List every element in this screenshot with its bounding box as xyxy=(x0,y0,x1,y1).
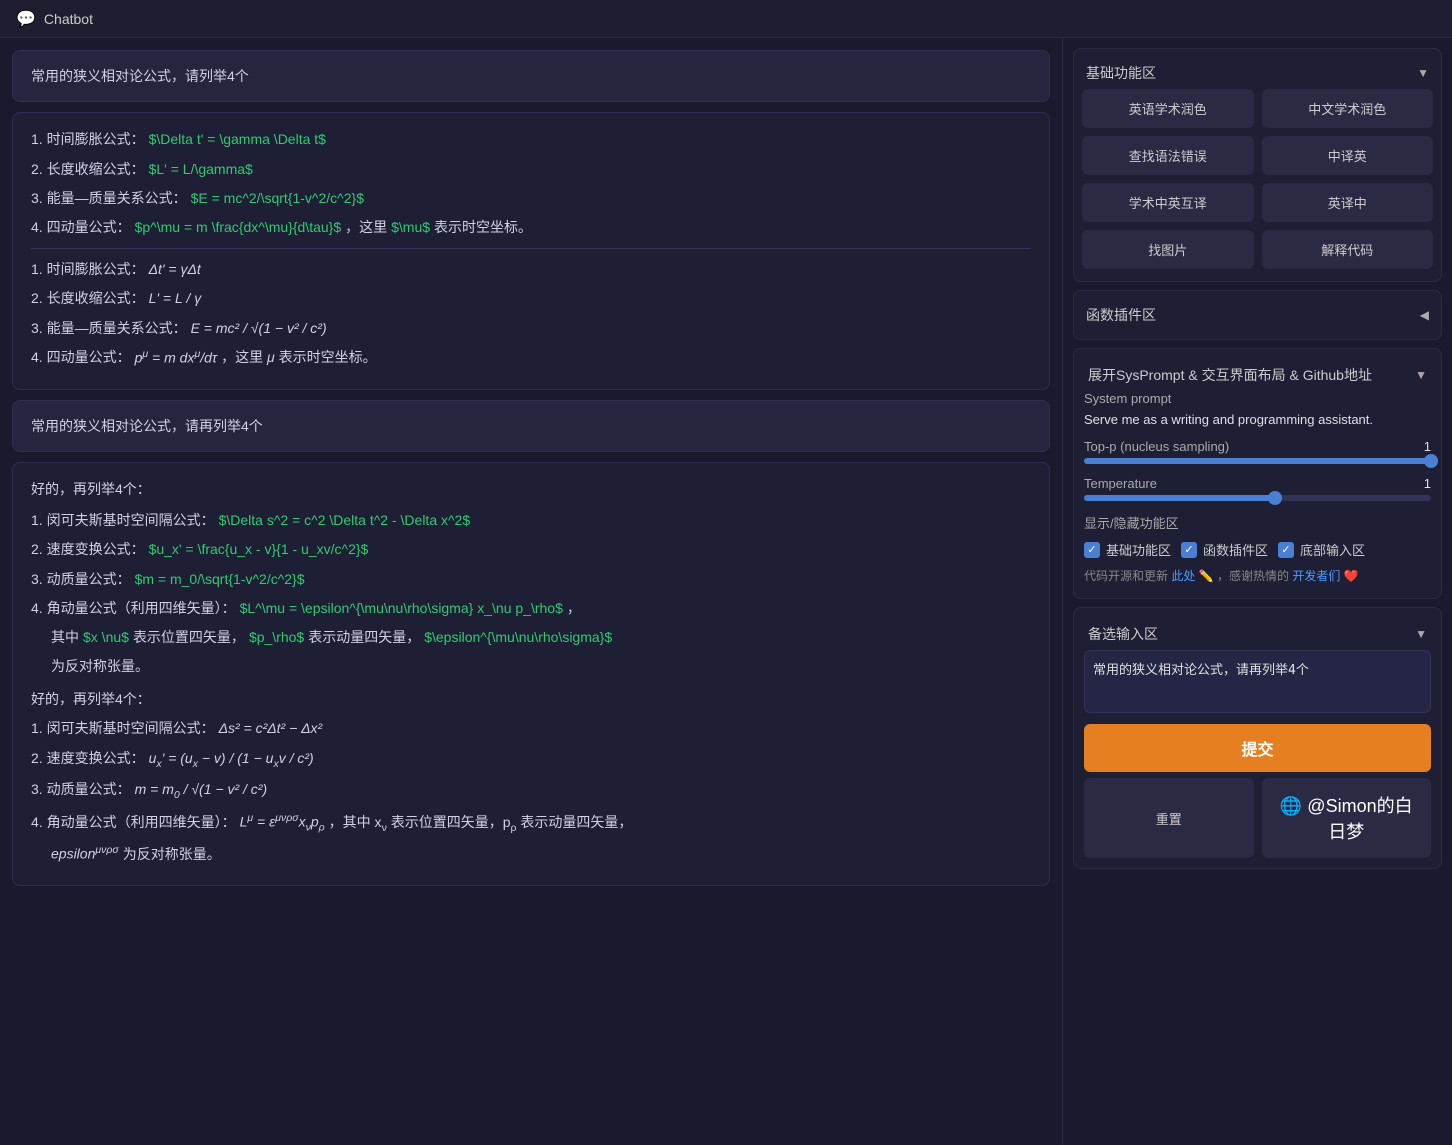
formula-8-latex-cont: 其中 $x \nu$ 表示位置四矢量， $p_\rho$ 表示动量四矢量， $\… xyxy=(51,625,1031,650)
formula-8-latex: 4. 角动量公式（利用四维矢量）： $L^\mu = \epsilon^{\mu… xyxy=(31,596,1031,621)
temperature-label: Temperature xyxy=(1084,476,1157,491)
checkbox-input-label: 底部输入区 xyxy=(1300,540,1365,559)
main-layout: 常用的狭义相对论公式，请列举4个 1. 时间膨胀公式： $\Delta t' =… xyxy=(0,38,1452,1145)
formula-1-latex: 1. 时间膨胀公式： $\Delta t' = \gamma \Delta t$ xyxy=(31,127,1031,152)
temperature-fill xyxy=(1084,495,1275,501)
visibility-section: 显示/隐藏功能区 ✓ 基础功能区 ✓ 函数插件区 ✓ 底部输入区 xyxy=(1084,513,1431,559)
footer-text-1: 代码开源和更新 xyxy=(1084,569,1168,583)
response-intro: 好的，再列举4个： xyxy=(31,477,1031,502)
checkbox-plugin-box: ✓ xyxy=(1181,542,1197,558)
btn-explain-code[interactable]: 解释代码 xyxy=(1262,230,1434,269)
basic-functions-chevron: ▼ xyxy=(1417,66,1429,80)
sysprompt-label: System prompt xyxy=(1084,391,1431,406)
sysprompt-header[interactable]: 展开SysPrompt & 交互界面布局 & Github地址 ▼ xyxy=(1084,359,1431,391)
checkbox-plugin[interactable]: ✓ 函数插件区 xyxy=(1181,540,1268,559)
alt-input-chevron: ▼ xyxy=(1415,627,1427,641)
formula-4-latex: 4. 四动量公式： $p^\mu = m \frac{dx^\mu}{d\tau… xyxy=(31,215,1031,240)
plugin-section-label: 函数插件区 xyxy=(1086,305,1156,325)
basic-functions-section: 基础功能区 ▼ 英语学术润色 中文学术润色 查找语法错误 中译英 学术中英互译 … xyxy=(1073,48,1442,282)
right-panel: 基础功能区 ▼ 英语学术润色 中文学术润色 查找语法错误 中译英 学术中英互译 … xyxy=(1062,38,1452,1145)
assistant-message-2: 好的，再列举4个： 1. 闵可夫斯基时空间隔公式： $\Delta s^2 = … xyxy=(12,462,1050,886)
footer-links: 代码开源和更新 此处 ✏️ ，感谢热情的 开发者们 ❤️ xyxy=(1084,563,1431,588)
top-p-track[interactable] xyxy=(1084,458,1431,464)
chat-panel: 常用的狭义相对论公式，请列举4个 1. 时间膨胀公式： $\Delta t' =… xyxy=(0,38,1062,1145)
plugin-chevron: ◀ xyxy=(1420,308,1429,322)
user-message-1-text: 常用的狭义相对论公式，请列举4个 xyxy=(31,68,249,84)
clear-button[interactable]: 🌐 @Simon的白日梦 xyxy=(1262,778,1432,858)
watermark: 🌐 @Simon的白日梦 xyxy=(1272,788,1422,848)
top-p-thumb xyxy=(1424,454,1438,468)
formula-8-latex-cont2: 为反对称张量。 xyxy=(51,654,1031,679)
formula-3-latex: 3. 能量—质量关系公式： $E = mc^2/\sqrt{1-v^2/c^2}… xyxy=(31,186,1031,211)
basic-functions-header[interactable]: 基础功能区 ▼ xyxy=(1082,57,1433,89)
plugin-section: 函数插件区 ◀ xyxy=(1073,290,1442,340)
formula-2-latex: 2. 长度收缩公式： $L' = L/\gamma$ xyxy=(31,157,1031,182)
basic-functions-grid: 英语学术润色 中文学术润色 查找语法错误 中译英 学术中英互译 英译中 找图片 … xyxy=(1082,89,1433,269)
btn-zh-polish[interactable]: 中文学术润色 xyxy=(1262,89,1434,128)
formula-3-rendered: 3. 能量—质量关系公式： E = mc² / √(1 − v² / c²) xyxy=(31,316,1031,341)
bottom-buttons: 重置 🌐 @Simon的白日梦 xyxy=(1084,778,1431,858)
alt-input-header[interactable]: 备选输入区 ▼ xyxy=(1084,618,1431,650)
temperature-track[interactable] xyxy=(1084,495,1431,501)
formula-8-rendered-cont: epsilonμνρσ 为反对称张量。 xyxy=(51,841,1031,867)
basic-functions-label: 基础功能区 xyxy=(1086,63,1156,83)
alt-input-section: 备选输入区 ▼ 常用的狭义相对论公式，请再列举4个 提交 重置 🌐 @Simon… xyxy=(1073,607,1442,869)
top-p-label: Top-p (nucleus sampling) xyxy=(1084,439,1229,454)
checkbox-grid: ✓ 基础功能区 ✓ 函数插件区 ✓ 底部输入区 xyxy=(1084,540,1431,559)
sysprompt-chevron: ▼ xyxy=(1415,368,1427,382)
checkbox-basic[interactable]: ✓ 基础功能区 xyxy=(1084,540,1171,559)
formula-5-latex: 1. 闵可夫斯基时空间隔公式： $\Delta s^2 = c^2 \Delta… xyxy=(31,508,1031,533)
formula-4-rendered: 4. 四动量公式： pμ = m dxμ/dτ ，这里 μ 表示时空坐标。 xyxy=(31,345,1031,371)
checkbox-input-box: ✓ xyxy=(1278,542,1294,558)
alt-input-label: 备选输入区 xyxy=(1088,624,1158,644)
user-message-2-text: 常用的狭义相对论公式，请再列举4个 xyxy=(31,418,263,434)
top-p-value: 1 xyxy=(1424,439,1431,454)
chatbot-icon: 💬 xyxy=(16,9,36,29)
formula-8-rendered: 4. 角动量公式（利用四维矢量）： Lμ = εμνρσxνpρ ，其中 xν … xyxy=(31,809,1031,837)
sysprompt-value: Serve me as a writing and programming as… xyxy=(1084,412,1431,427)
user-message-1: 常用的狭义相对论公式，请列举4个 xyxy=(12,50,1050,102)
user-message-2: 常用的狭义相对论公式，请再列举4个 xyxy=(12,400,1050,452)
footer-text-2: ，感谢热情的 xyxy=(1217,569,1289,583)
formula-7-rendered: 3. 动质量公式： m = m0 / √(1 − v² / c²) xyxy=(31,777,1031,805)
assistant-message-1: 1. 时间膨胀公式： $\Delta t' = \gamma \Delta t$… xyxy=(12,112,1050,389)
app-title: Chatbot xyxy=(44,11,93,27)
alt-input-textarea[interactable]: 常用的狭义相对论公式，请再列举4个 xyxy=(1084,650,1431,713)
formula-2-rendered: 2. 长度收缩公式： L' = L / γ xyxy=(31,286,1031,311)
formula-6-latex: 2. 速度变换公式： $u_x' = \frac{u_x - v}{1 - u_… xyxy=(31,537,1031,562)
top-p-fill xyxy=(1084,458,1431,464)
btn-find-image[interactable]: 找图片 xyxy=(1082,230,1254,269)
visibility-label: 显示/隐藏功能区 xyxy=(1084,513,1431,532)
checkbox-input[interactable]: ✓ 底部输入区 xyxy=(1278,540,1365,559)
submit-button[interactable]: 提交 xyxy=(1084,724,1431,772)
formula-6-rendered: 2. 速度变换公式： ux' = (ux − v) / (1 − uxv / c… xyxy=(31,746,1031,774)
formula-5-rendered: 1. 闵可夫斯基时空间隔公式： Δs² = c²Δt² − Δx² xyxy=(31,716,1031,741)
top-p-row: Top-p (nucleus sampling) 1 xyxy=(1084,439,1431,464)
reset-button[interactable]: 重置 xyxy=(1084,778,1254,858)
app-header: 💬 Chatbot xyxy=(0,0,1452,38)
temperature-thumb xyxy=(1268,491,1282,505)
divider-1 xyxy=(31,248,1031,249)
temperature-row: Temperature 1 xyxy=(1084,476,1431,501)
plugin-section-header[interactable]: 函数插件区 ◀ xyxy=(1082,299,1433,331)
footer-link-1[interactable]: 此处 xyxy=(1171,569,1195,583)
temperature-value: 1 xyxy=(1424,476,1431,491)
btn-grammar-check[interactable]: 查找语法错误 xyxy=(1082,136,1254,175)
btn-academic-translate[interactable]: 学术中英互译 xyxy=(1082,183,1254,222)
sysprompt-header-label: 展开SysPrompt & 交互界面布局 & Github地址 xyxy=(1088,365,1372,385)
footer-link-2[interactable]: 开发者们 xyxy=(1292,569,1340,583)
footer-pencil: ✏️ xyxy=(1199,569,1214,583)
formula-7-latex: 3. 动质量公式： $m = m_0/\sqrt{1-v^2/c^2}$ xyxy=(31,567,1031,592)
btn-en-to-zh[interactable]: 英译中 xyxy=(1262,183,1434,222)
formula-1-rendered: 1. 时间膨胀公式： Δt' = γΔt xyxy=(31,257,1031,282)
response-intro-2: 好的，再列举4个： xyxy=(31,687,1031,712)
checkbox-basic-box: ✓ xyxy=(1084,542,1100,558)
sysprompt-section: 展开SysPrompt & 交互界面布局 & Github地址 ▼ System… xyxy=(1073,348,1442,599)
footer-heart: ❤️ xyxy=(1344,569,1359,583)
checkbox-basic-label: 基础功能区 xyxy=(1106,540,1171,559)
btn-zh-to-en[interactable]: 中译英 xyxy=(1262,136,1434,175)
checkbox-plugin-label: 函数插件区 xyxy=(1203,540,1268,559)
btn-en-polish[interactable]: 英语学术润色 xyxy=(1082,89,1254,128)
